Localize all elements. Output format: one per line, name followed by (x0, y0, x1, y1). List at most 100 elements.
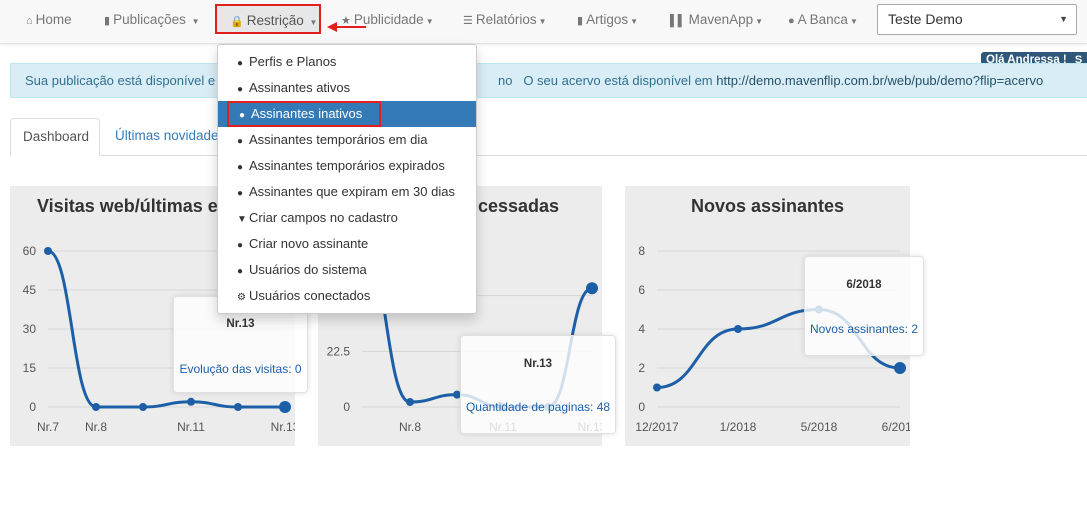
dropdown-item-label: Perfis e Planos (249, 54, 337, 69)
y-tick-label: 4 (638, 322, 645, 336)
user-icon: ● (237, 58, 244, 69)
y-tick-label: 0 (29, 400, 36, 414)
y-tick-label: 45 (23, 283, 37, 297)
y-tick-label: 60 (23, 244, 37, 258)
y-tick-label: 30 (23, 322, 37, 336)
dropdown-item-label: Criar campos no cadastro (249, 210, 398, 225)
chart-panel-novos-assinantes: Novos assinantes 0 2 4 6 8 12/2017 1/2018 5/201… (625, 186, 924, 446)
annotation-arrow-restricao (336, 26, 366, 28)
y-tick-label: 2 (638, 361, 645, 375)
data-point[interactable] (44, 247, 52, 255)
dropdown-item[interactable]: ● Assinantes que expiram em 30 dias (218, 179, 476, 205)
filter-icon: ▼ (237, 214, 247, 225)
user-icon: ● (237, 240, 244, 251)
user-icon: ● (237, 84, 244, 95)
x-tick-label: 5/2018 (801, 420, 838, 434)
dropdown-item[interactable]: ● Assinantes inativos (227, 101, 381, 127)
data-point[interactable] (586, 282, 598, 295)
user-icon: ● (237, 136, 244, 147)
chart-tooltip: 6/2018 Novos assinantes: 2 (804, 256, 924, 356)
tooltip-value: Novos assinantes: 2 (809, 322, 919, 336)
dropdown-item[interactable]: ● Assinantes temporários expirados (218, 153, 476, 179)
top-navbar: ⌂ Home ▮ Publicações ▼ 🔒 Restrição ▼ ★ Publi… (0, 0, 1087, 44)
caret-down-icon: ▼ (191, 17, 200, 26)
dropdown-item-label: Assinantes temporários expirados (249, 158, 445, 173)
dropdown-item[interactable]: ⚙ Usuários conectados (218, 283, 476, 309)
user-icon: ● (237, 162, 244, 173)
nav-artigos[interactable]: ▮ Artigos ▼ (577, 0, 638, 40)
caret-down-icon: ▼ (630, 17, 639, 26)
alert-left-text: Sua publicação está disponível e (25, 73, 216, 88)
tooltip-title: Nr.13 (523, 358, 553, 370)
data-point[interactable] (894, 362, 906, 374)
dropdown-item-label: Assinantes temporários em dia (249, 132, 428, 147)
dropdown-item-label: Assinantes inativos (251, 106, 363, 121)
nav-restricao[interactable]: 🔒 Restrição ▼ (215, 4, 321, 34)
tooltip-title: 6/2018 (846, 279, 882, 291)
home-icon: ⌂ (26, 15, 33, 27)
publication-select[interactable]: Teste Demo ▼ (877, 4, 1077, 35)
y-tick-label: 8 (638, 244, 645, 258)
x-tick-label: Nr.8 (85, 420, 107, 434)
y-tick-label: 22.5 (327, 344, 351, 358)
dropdown-item-label: Usuários do sistema (249, 262, 367, 277)
dropdown-item[interactable]: ● Assinantes ativos (218, 75, 476, 101)
dropdown-item[interactable]: ▼ Criar campos no cadastro (218, 205, 476, 231)
nav-relatorios[interactable]: ☰ Relatórios ▼ (463, 0, 547, 40)
dropdown-item[interactable]: ● Perfis e Planos (218, 49, 476, 75)
nav-mavenapp-label: MavenApp (688, 12, 754, 27)
dropdown-item-label: Assinantes ativos (249, 80, 351, 95)
tooltip-value: Quantidade de paginas: 48 (465, 400, 611, 414)
nav-publicacoes-label: Publicações (113, 12, 186, 27)
y-tick-label: 6 (638, 283, 645, 297)
y-tick-label: 0 (638, 400, 645, 414)
barcode-icon: ▌▌ (670, 15, 686, 27)
list-icon: ☰ (463, 15, 473, 27)
nav-publicidade-label: Publicidade (353, 12, 424, 27)
file-icon: ▮ (104, 15, 111, 27)
data-point[interactable] (734, 325, 742, 333)
y-tick-label: 15 (23, 361, 37, 375)
nav-abanca[interactable]: ● A Banca ▼ (788, 0, 858, 40)
lock-icon: 🔒 (230, 16, 244, 28)
data-point[interactable] (92, 403, 100, 411)
dropdown-item[interactable]: ● Assinantes temporários em dia (218, 127, 476, 153)
dropdown-item[interactable]: ● Usuários do sistema (218, 257, 476, 283)
alert-acervo-label: O seu acervo está disponível em (523, 73, 713, 88)
data-point[interactable] (187, 397, 195, 406)
alert-right-text: no O seu acervo está disponível em http:… (498, 64, 1043, 97)
alert-link-fragment: no (498, 73, 513, 88)
dropdown-item-label: Criar novo assinante (249, 236, 369, 251)
x-tick-label: 1/2018 (720, 420, 757, 434)
dropdown-item[interactable]: ● Criar novo assinante (218, 231, 476, 257)
chart-tooltip: Nr.13 Quantidade de paginas: 48 (460, 335, 616, 434)
data-point[interactable] (279, 401, 291, 413)
restricao-dropdown-menu: ● Perfis e Planos ● Assinantes ativos ● Assin… (217, 44, 477, 314)
dropdown-item-label: Assinantes que expiram em 30 dias (249, 184, 455, 199)
x-tick-label: Nr.13 (271, 420, 295, 434)
nav-restricao-label: Restrição (246, 13, 304, 28)
tab-dashboard[interactable]: Dashboard (10, 118, 100, 156)
nav-publicacoes[interactable]: ▮ Publicações ▼ (104, 0, 200, 40)
acervo-link[interactable]: http://demo.mavenflip.com.br/web/pub/dem… (716, 73, 1043, 88)
x-tick-label: 12/2017 (635, 420, 679, 434)
select-arrow-icon: ▼ (1059, 14, 1068, 24)
data-point[interactable] (139, 403, 147, 411)
nav-publicidade[interactable]: ★ Publicidade ▼ (341, 0, 434, 40)
nav-abanca-label: A Banca (797, 12, 848, 27)
nav-mavenapp[interactable]: ▌▌ MavenApp ▼ (670, 0, 763, 40)
data-point[interactable] (653, 383, 661, 392)
y-tick-label: 0 (343, 400, 350, 414)
data-point[interactable] (234, 403, 242, 411)
data-point[interactable] (406, 398, 414, 407)
caret-down-icon: ▼ (425, 17, 434, 26)
user-icon: ● (237, 266, 244, 277)
annotation-arrowhead-restricao (327, 22, 337, 32)
nav-home[interactable]: ⌂ Home (26, 0, 72, 40)
tooltip-title: Nr.13 (226, 318, 255, 330)
caret-down-icon: ▼ (309, 18, 318, 27)
x-tick-label: Nr.7 (37, 420, 59, 434)
dropdown-list: ● Perfis e Planos ● Assinantes ativos ● Assin… (218, 49, 476, 309)
caret-down-icon: ▼ (755, 17, 764, 26)
nav-home-label: Home (35, 12, 72, 27)
